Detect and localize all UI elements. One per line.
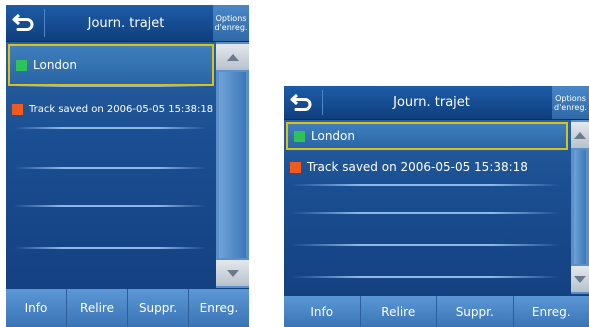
title-separator <box>44 9 45 37</box>
scroll-track[interactable] <box>574 150 586 264</box>
delete-button[interactable]: Suppr. <box>127 289 188 327</box>
back-arrow-icon <box>290 93 312 111</box>
scrollbar[interactable] <box>571 120 589 294</box>
green-square-icon <box>16 59 27 71</box>
orange-square-icon <box>290 161 301 173</box>
replay-button[interactable]: Relire <box>66 289 127 327</box>
page-title: Journ. trajet <box>393 95 470 110</box>
row-divider <box>14 127 206 129</box>
replay-button[interactable]: Relire <box>359 296 437 327</box>
orange-square-icon <box>12 103 23 115</box>
scroll-down-button[interactable] <box>216 260 249 286</box>
save-options-button[interactable]: Options d'enreg. <box>213 5 249 41</box>
options-label-line1: Options <box>555 93 586 103</box>
scrollbar[interactable] <box>216 42 249 288</box>
bottom-toolbar: Info Relire Suppr. Enreg. <box>6 289 249 327</box>
back-button[interactable] <box>6 5 42 41</box>
track-list: London Track saved on 2006-05-05 15:38:1… <box>6 42 214 288</box>
title-separator <box>322 90 323 115</box>
list-item-london[interactable]: London <box>286 122 568 150</box>
record-button[interactable]: Enreg. <box>512 296 589 327</box>
list-item-label: London <box>33 58 77 72</box>
triangle-down-icon <box>574 275 586 283</box>
back-button[interactable] <box>284 86 320 119</box>
triangle-up-icon <box>574 131 586 139</box>
scroll-up-button[interactable] <box>216 44 249 70</box>
row-divider <box>292 244 560 246</box>
info-button[interactable]: Info <box>284 296 360 327</box>
route-log-screen-large: Journ. trajet Options d'enreg. London Tr… <box>6 5 249 327</box>
options-label-line2: d'enreg. <box>214 23 248 32</box>
row-divider <box>14 247 206 249</box>
back-arrow-icon <box>12 13 34 31</box>
route-log-screen-small: Journ. trajet Options d'enreg. London Tr… <box>284 86 589 327</box>
options-label-line2: d'enreg. <box>554 102 587 112</box>
row-divider <box>292 276 560 278</box>
delete-button[interactable]: Suppr. <box>436 296 513 327</box>
row-divider <box>292 212 560 214</box>
triangle-up-icon <box>226 53 239 61</box>
info-button[interactable]: Info <box>6 289 66 327</box>
save-options-button[interactable]: Options d'enreg. <box>552 86 589 119</box>
title-bar: Journ. trajet Options d'enreg. <box>6 5 249 42</box>
row-divider <box>292 184 560 186</box>
row-divider <box>14 85 206 87</box>
list-item-label: Track saved on 2006-05-05 15:38:18 <box>307 160 528 174</box>
list-item-label: Track saved on 2006-05-05 15:38:18 <box>29 103 214 115</box>
page-title: Journ. trajet <box>87 15 165 31</box>
scroll-down-button[interactable] <box>571 266 589 292</box>
green-square-icon <box>294 130 305 142</box>
list-item-saved-track[interactable]: Track saved on 2006-05-05 15:38:18 <box>284 153 568 181</box>
title-bar: Journ. trajet Options d'enreg. <box>284 86 589 120</box>
triangle-down-icon <box>226 269 239 277</box>
bottom-toolbar: Info Relire Suppr. Enreg. <box>284 296 589 327</box>
list-item-label: London <box>311 129 355 143</box>
row-divider <box>14 205 206 207</box>
options-label-line1: Options <box>215 14 247 23</box>
track-list: London Track saved on 2006-05-05 15:38:1… <box>284 120 568 294</box>
scroll-up-button[interactable] <box>571 122 589 148</box>
list-item-london[interactable]: London <box>8 44 214 86</box>
scroll-track[interactable] <box>219 72 246 258</box>
record-button[interactable]: Enreg. <box>188 289 249 327</box>
list-item-saved-track[interactable]: Track saved on 2006-05-05 15:38:18 <box>6 88 214 130</box>
row-divider <box>14 167 206 169</box>
